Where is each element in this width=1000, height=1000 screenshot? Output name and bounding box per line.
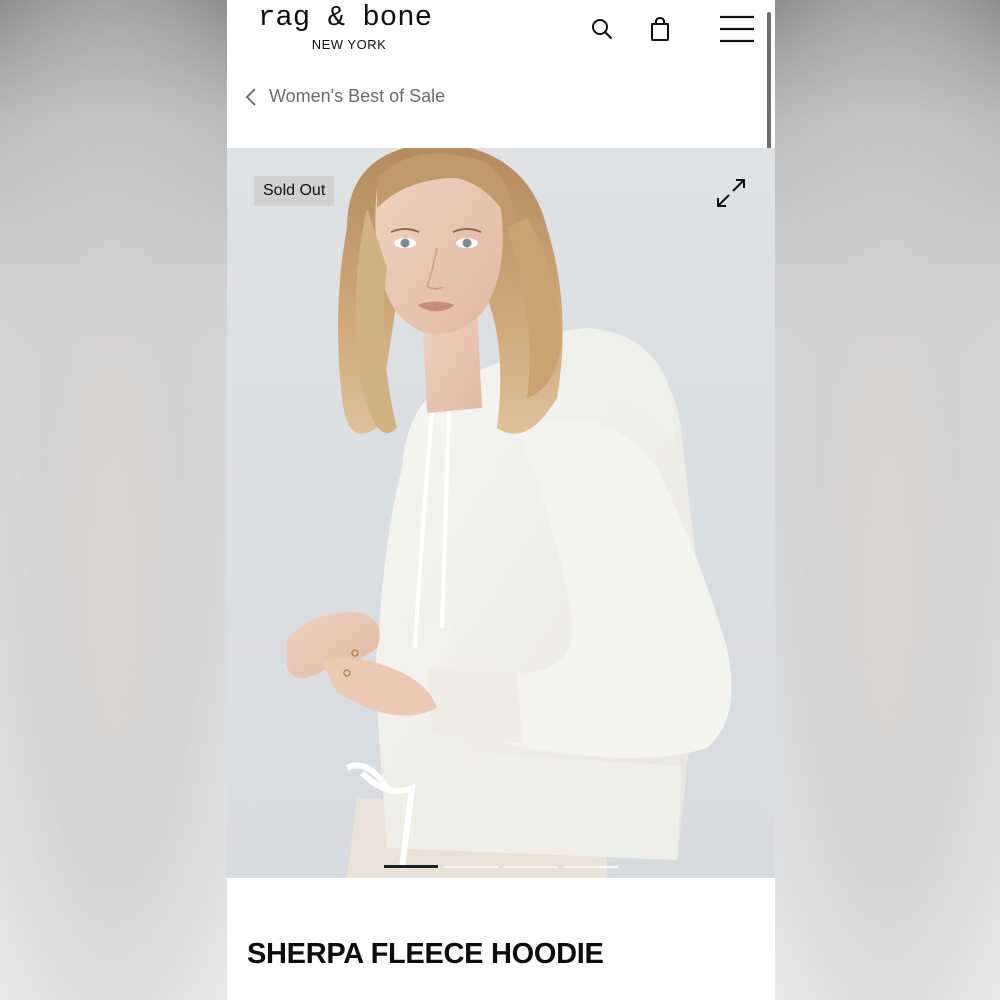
shopping-bag-icon (651, 16, 669, 41)
menu-button[interactable] (718, 14, 756, 44)
cut-off-text (247, 993, 477, 1000)
carousel-indicators (384, 865, 618, 868)
sold-out-badge: Sold Out (254, 176, 335, 206)
breadcrumb-label: Women's Best of Sale (269, 86, 446, 106)
brand-subtitle: NEW YORK (311, 37, 387, 52)
brand-name: rag & bone (257, 1, 433, 34)
carousel-dot[interactable] (444, 866, 498, 868)
search-button[interactable] (585, 14, 619, 44)
shopping-bag-button[interactable] (643, 14, 677, 44)
background-blur-left (0, 0, 227, 1000)
search-icon (592, 19, 613, 40)
background-blur-right (775, 0, 1000, 1000)
hamburger-menu-icon (720, 15, 754, 43)
carousel-dot[interactable] (564, 866, 618, 868)
brand-logo[interactable]: rag & bone NEW YORK (240, 1, 450, 53)
carousel-dot[interactable] (504, 866, 558, 868)
chevron-left-icon (245, 87, 256, 106)
mobile-screen: rag & bone NEW YORK Women's Best of Sale (227, 0, 775, 1000)
product-image-carousel[interactable]: Sold Out (227, 148, 775, 878)
breadcrumb[interactable]: Women's Best of Sale (245, 86, 445, 107)
expand-icon (717, 179, 745, 207)
product-photo (287, 148, 732, 878)
product-title: SHERPA FLEECE HOODIE (247, 938, 604, 970)
expand-image-button[interactable] (714, 176, 748, 210)
carousel-dot[interactable] (384, 865, 438, 868)
